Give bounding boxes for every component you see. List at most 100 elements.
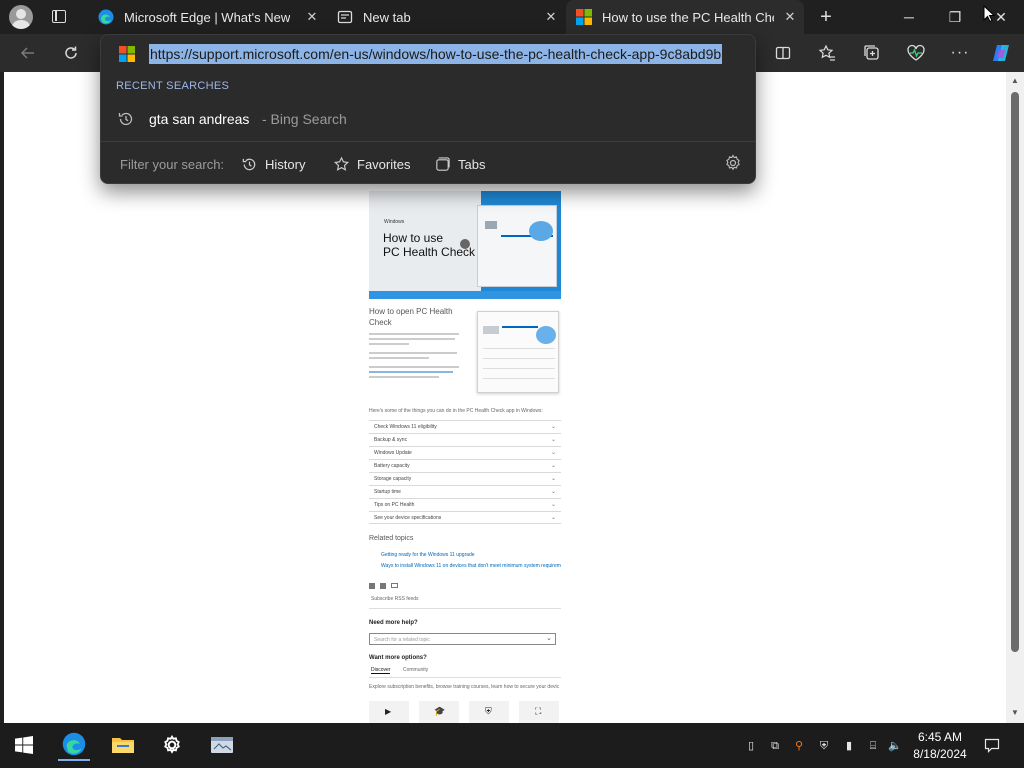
history-icon xyxy=(118,112,133,126)
taskbar: ▯ ⧉ ⚲ ⛨ ▮ ⌸ 🔈 6:45 AM 8/18/2024 xyxy=(0,723,1024,768)
tab-title: How to use the PC Health Check app xyxy=(602,9,774,25)
accordion-item[interactable]: Storage capacity ⌄ xyxy=(369,472,561,485)
filter-tabs-label: Tabs xyxy=(458,156,486,172)
tab-new-tab[interactable]: New tab ✕ xyxy=(327,0,565,34)
back-icon[interactable] xyxy=(17,42,39,64)
gift-icon: ⛶ xyxy=(535,706,542,716)
close-tab-icon[interactable]: ✕ xyxy=(304,9,320,25)
new-tab-icon xyxy=(337,10,353,24)
vertical-scrollbar[interactable]: ▲ ▼ xyxy=(1006,72,1024,723)
folder-icon xyxy=(112,738,134,753)
accordion-item[interactable]: Startup time ⌄ xyxy=(369,485,561,498)
browser-essentials-icon[interactable] xyxy=(905,42,927,64)
accordion-item[interactable]: Tips on PC Health ⌄ xyxy=(369,498,561,511)
related-link[interactable]: Getting ready for the Windows 11 upgrade xyxy=(381,552,475,558)
tab-community[interactable]: Community xyxy=(403,667,428,673)
recent-search-item[interactable]: gta san andreas - Bing Search xyxy=(101,107,755,133)
email-icon[interactable] xyxy=(391,583,398,588)
history-icon xyxy=(242,158,256,170)
chevron-down-icon: ⌄ xyxy=(550,489,556,495)
recent-search-source: - Bing Search xyxy=(262,111,347,127)
option-card-security[interactable]: ⛨ xyxy=(469,701,509,723)
section-title-line1: How to open PC Health xyxy=(369,307,453,316)
volume-muted-icon[interactable]: 🔈 xyxy=(888,739,902,753)
help-search-input[interactable]: Search for a related topic ⌄ xyxy=(369,633,556,645)
gear-icon xyxy=(164,735,180,754)
accordion-label: Backup & sync xyxy=(374,437,408,443)
play-icon[interactable] xyxy=(460,239,470,249)
refresh-icon[interactable] xyxy=(60,42,82,64)
taskbar-app[interactable] xyxy=(206,729,238,761)
address-input[interactable]: https://support.microsoft.com/en-us/wind… xyxy=(149,44,723,64)
filter-label: Filter your search: xyxy=(120,156,225,172)
collections-icon[interactable] xyxy=(861,42,883,64)
security-shield-icon[interactable]: ⛨ xyxy=(817,739,831,753)
minimize-button[interactable]: ─ xyxy=(886,0,932,34)
new-tab-button[interactable]: + xyxy=(814,6,838,28)
settings-gear-icon[interactable] xyxy=(724,154,742,172)
facebook-icon[interactable] xyxy=(369,583,375,589)
accordion-item[interactable]: Windows Update ⌄ xyxy=(369,446,561,459)
recent-search-query: gta san andreas xyxy=(149,111,250,127)
taskbar-file-explorer[interactable] xyxy=(107,729,139,761)
taskbar-edge[interactable] xyxy=(58,729,90,761)
start-button[interactable] xyxy=(8,729,40,761)
microsoft-logo-icon xyxy=(119,46,135,62)
accordion-label: Windows Update xyxy=(374,450,412,456)
hero-title-line1: How to use xyxy=(383,231,444,245)
accordion-label: Check Windows 11 eligibility xyxy=(374,424,437,430)
split-screen-icon[interactable] xyxy=(772,42,794,64)
network-icon[interactable]: ⌸ xyxy=(866,739,880,753)
edge-icon xyxy=(62,732,86,756)
tab-discover[interactable]: Discover xyxy=(371,667,391,674)
dropdown-divider xyxy=(101,141,755,142)
filter-favorites[interactable]: Favorites xyxy=(333,153,410,175)
taskbar-settings[interactable] xyxy=(156,729,188,761)
hero-image: Windows How to use PC Health Check xyxy=(369,191,561,299)
shield-icon: ⛨ xyxy=(485,706,492,716)
chevron-down-icon: ⌄ xyxy=(550,424,556,430)
accordion-intro: Here's some of the things you can do in … xyxy=(369,408,543,414)
tab-whats-new[interactable]: Microsoft Edge | What's New ✕ xyxy=(88,0,326,34)
scrollbar-thumb[interactable] xyxy=(1011,92,1019,652)
favorites-icon[interactable] xyxy=(816,42,838,64)
more-options-icon[interactable]: ··· xyxy=(949,42,971,64)
linkedin-icon[interactable] xyxy=(380,583,386,589)
clock[interactable]: 6:45 AM 8/18/2024 xyxy=(905,729,975,763)
subscribe-link[interactable]: Subscribe RSS feeds xyxy=(371,596,419,602)
close-tab-icon[interactable]: ✕ xyxy=(782,9,798,25)
chevron-down-icon: ⌄ xyxy=(550,450,556,456)
accordion-label: Battery capacity xyxy=(374,463,410,469)
search-icon[interactable]: ⚲ xyxy=(792,739,806,753)
need-help-title: Need more help? xyxy=(369,620,418,626)
accordion-item[interactable]: Backup & sync ⌄ xyxy=(369,433,561,446)
copilot-icon[interactable] xyxy=(990,42,1012,64)
battery-icon[interactable]: ▮ xyxy=(842,739,856,753)
option-card-training[interactable]: 🎓 xyxy=(419,701,459,723)
restore-button[interactable]: ❐ xyxy=(932,0,978,34)
recent-searches-label: RECENT SEARCHES xyxy=(116,80,230,92)
mouse-cursor xyxy=(983,5,995,23)
star-icon xyxy=(334,156,349,171)
option-card-video[interactable]: ▶ xyxy=(369,701,409,723)
network-share-icon[interactable]: ⧉ xyxy=(768,739,782,753)
share-icons xyxy=(369,583,398,589)
related-link[interactable]: Ways to install Windows 11 on devices th… xyxy=(381,563,561,569)
option-card-more[interactable]: ⛶ xyxy=(519,701,559,723)
chevron-down-icon: ⌄ xyxy=(546,635,552,642)
tab-pc-health-check[interactable]: How to use the PC Health Check app ✕ xyxy=(566,0,804,34)
graduation-cap-icon: 🎓 xyxy=(434,706,446,716)
close-tab-icon[interactable]: ✕ xyxy=(543,9,559,25)
section-text-lines xyxy=(369,333,464,381)
divider xyxy=(369,677,561,678)
accordion-item[interactable]: Check Windows 11 eligibility ⌄ xyxy=(369,420,561,433)
related-topics-title: Related topics xyxy=(369,535,414,542)
filter-history[interactable]: History xyxy=(241,153,305,175)
tab-actions-icon[interactable] xyxy=(52,10,66,23)
notifications-icon[interactable] xyxy=(984,737,1000,753)
profile-avatar[interactable] xyxy=(9,5,33,29)
accordion-item[interactable]: See your device specifications ⌄ xyxy=(369,511,561,524)
accordion-item[interactable]: Battery capacity ⌄ xyxy=(369,459,561,472)
filter-tabs[interactable]: Tabs xyxy=(434,153,485,175)
tablet-icon[interactable]: ▯ xyxy=(744,739,758,753)
